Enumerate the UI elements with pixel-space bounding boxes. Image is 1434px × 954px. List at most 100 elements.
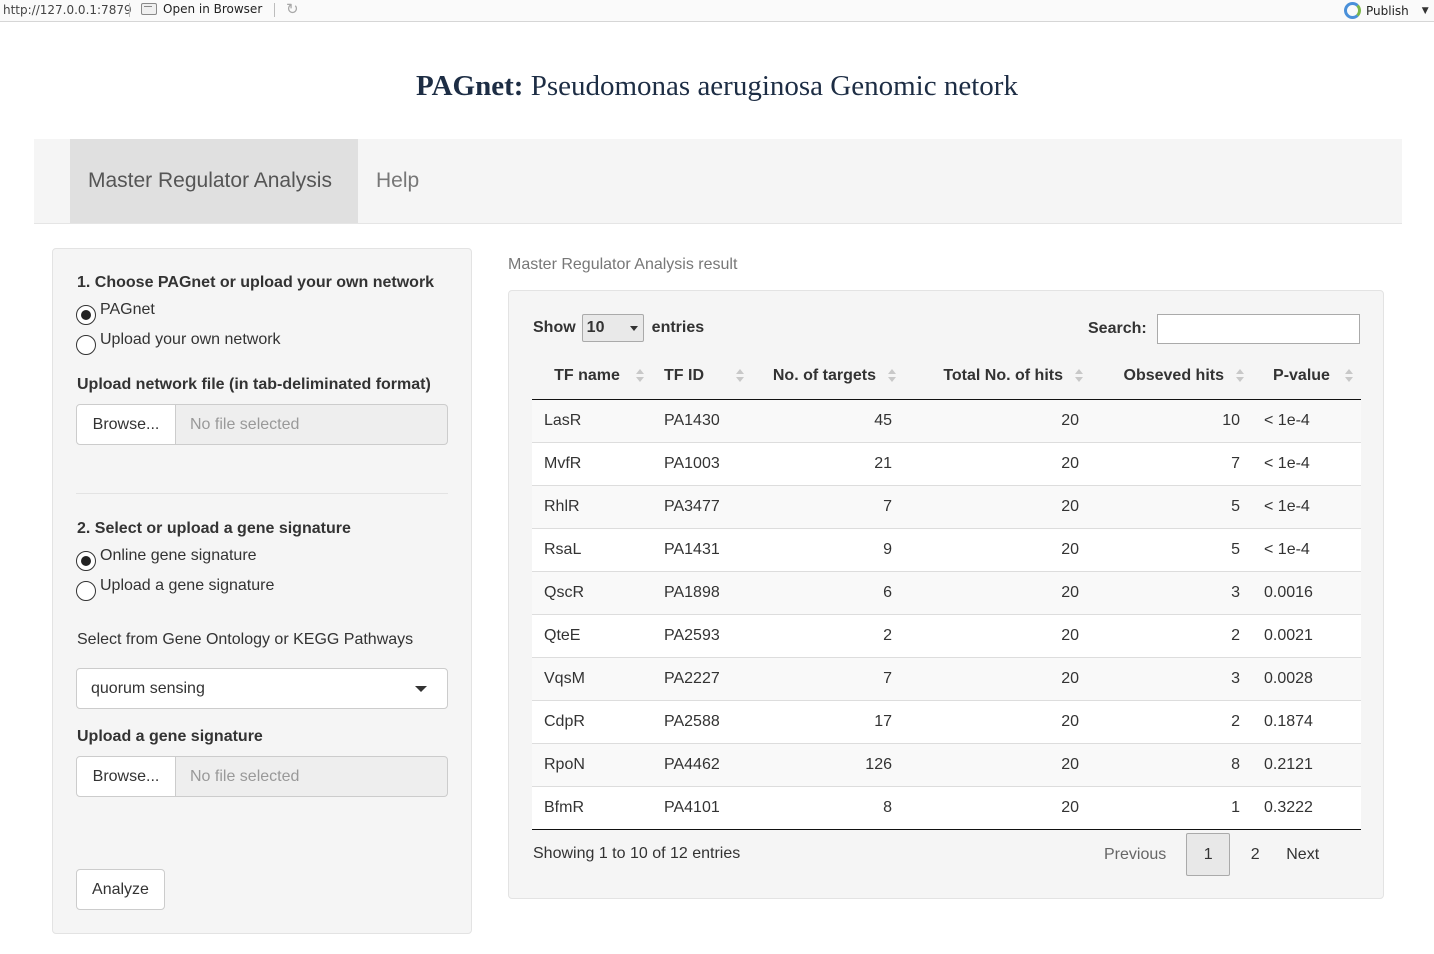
table-row[interactable]: QteE PA2593 2 20 2 0.0021 xyxy=(532,613,1361,657)
radio-upload-network[interactable]: Upload your own network xyxy=(76,330,281,355)
network-file-input: Browse... No file selected xyxy=(76,404,448,445)
radio-upload-signature[interactable]: Upload a gene signature xyxy=(76,576,275,601)
cell-p-value: 0.3222 xyxy=(1252,785,1361,829)
navbar: Master Regulator Analysis Help xyxy=(34,139,1402,224)
cell-tf-name: LasR xyxy=(544,411,582,429)
page-title-bold: PAGnet: xyxy=(416,70,524,102)
cell-observed-hits: 1 xyxy=(1091,785,1252,829)
cell-no-of-targets: 9 xyxy=(752,527,904,571)
cell-total-hits: 20 xyxy=(904,656,1091,700)
column-header-tf-name[interactable]: TF name xyxy=(532,353,652,400)
publish-icon xyxy=(1344,2,1361,19)
column-header-total-hits[interactable]: Total No. of hits xyxy=(904,353,1091,400)
cell-tf-name: VqsM xyxy=(532,656,652,700)
cell-total-hits: 20 xyxy=(1061,411,1079,429)
results-table: TF name TF ID No. of targets Total No. o… xyxy=(532,353,1361,830)
radio-online-signature[interactable]: Online gene signature xyxy=(76,546,257,571)
sort-icon xyxy=(636,369,644,383)
show-entries-control: Show 10 entries xyxy=(533,314,704,342)
cell-p-value: < 1e-4 xyxy=(1252,527,1361,571)
radio-pagnet[interactable]: PAGnet xyxy=(76,300,155,325)
cell-tf-name: BfmR xyxy=(532,785,652,829)
pathway-select[interactable]: quorum sensing xyxy=(76,668,448,709)
radio-unselected-icon xyxy=(76,335,96,355)
tab-master-regulator-analysis[interactable]: Master Regulator Analysis xyxy=(70,139,358,223)
cell-tf-id: PA1431 xyxy=(652,527,752,571)
page-1-button[interactable]: 1 xyxy=(1186,833,1231,876)
cell-tf-name: RsaL xyxy=(532,527,652,571)
column-header-label: No. of targets xyxy=(772,366,876,384)
analyze-button[interactable]: Analyze xyxy=(76,869,165,910)
table-row[interactable]: RsaL PA1431 9 20 5 < 1e-4 xyxy=(532,527,1361,571)
cell-no-of-targets: 8 xyxy=(752,785,904,829)
tab-help[interactable]: Help xyxy=(358,139,437,223)
cell-total-hits: 20 xyxy=(904,484,1091,528)
table-row[interactable]: CdpR PA2588 17 20 2 0.1874 xyxy=(532,699,1361,743)
pathway-select-value: quorum sensing xyxy=(91,680,205,697)
section2-label: 2. Select or upload a gene signature xyxy=(77,520,351,537)
radio-label: Upload a gene signature xyxy=(100,577,275,594)
cell-tf-name: RpoN xyxy=(532,742,652,786)
viewer-url: http://127.0.0.1:7879 xyxy=(3,3,132,17)
cell-no-of-targets: 2 xyxy=(752,613,904,657)
cell-tf-id: PA3477 xyxy=(652,484,752,528)
cell-total-hits: 20 xyxy=(904,785,1091,829)
cell-tf-id: PA2588 xyxy=(652,699,752,743)
table-row[interactable]: RhlR PA3477 7 20 5 < 1e-4 xyxy=(532,484,1361,528)
cell-observed-hits: 3 xyxy=(1091,656,1252,700)
radio-unselected-icon xyxy=(76,581,96,601)
column-header-tf-id[interactable]: TF ID xyxy=(652,353,752,400)
publish-button[interactable]: Publish ▼ xyxy=(1344,2,1429,19)
radio-selected-icon xyxy=(76,305,96,325)
column-header-no-of-targets[interactable]: No. of targets xyxy=(752,353,904,400)
column-header-observed-hits[interactable]: Obseved hits xyxy=(1091,353,1252,400)
open-in-browser-button[interactable]: Open in Browser xyxy=(141,2,262,16)
file-name-display: No file selected xyxy=(176,404,448,445)
table-row[interactable]: BfmR PA4101 8 20 1 0.3222 xyxy=(532,785,1361,829)
toolbar-divider xyxy=(129,3,130,17)
search-input[interactable] xyxy=(1156,314,1360,344)
window-icon xyxy=(141,3,157,15)
table-row[interactable]: QscR PA1898 6 20 3 0.0016 xyxy=(532,570,1361,614)
cell-no-of-targets: 45 xyxy=(874,411,892,429)
upload-network-label: Upload network file (in tab-deliminated … xyxy=(77,376,431,393)
search-label: Search: xyxy=(1088,320,1147,337)
table-row[interactable]: VqsM PA2227 7 20 3 0.0028 xyxy=(532,656,1361,700)
show-label: Show xyxy=(533,319,576,336)
previous-page-button[interactable]: Previous xyxy=(1104,846,1166,864)
cell-p-value: 0.0016 xyxy=(1252,570,1361,614)
next-page-button[interactable]: Next xyxy=(1286,846,1319,864)
table-row[interactable]: RpoN PA4462 126 20 8 0.2121 xyxy=(532,742,1361,786)
cell-p-value: < 1e-4 xyxy=(1252,441,1361,485)
cell-p-value: < 1e-4 xyxy=(1252,484,1361,528)
page-length-select[interactable]: 10 xyxy=(581,314,644,342)
browse-button[interactable]: Browse... xyxy=(76,756,176,797)
sort-icon xyxy=(1236,369,1244,383)
open-in-browser-label: Open in Browser xyxy=(163,2,263,16)
browse-button[interactable]: Browse... xyxy=(76,404,176,445)
cell-observed-hits: 7 xyxy=(1091,441,1252,485)
table-header-row: TF name TF ID No. of targets Total No. o… xyxy=(532,353,1361,400)
cell-p-value: < 1e-4 xyxy=(1264,411,1310,429)
table-row[interactable]: MvfR PA1003 21 20 7 < 1e-4 xyxy=(532,441,1361,485)
page-2-button[interactable]: 2 xyxy=(1230,846,1280,864)
column-header-p-value[interactable]: P-value xyxy=(1252,353,1361,400)
cell-observed-hits: 2 xyxy=(1091,613,1252,657)
cell-tf-id: PA1430 xyxy=(664,411,720,429)
cell-p-value: 0.1874 xyxy=(1252,699,1361,743)
pagination: Previous 1 2 Next xyxy=(1104,833,1319,876)
page-title-rest: Pseudomonas aeruginosa Genomic netork xyxy=(523,70,1018,102)
cell-total-hits: 20 xyxy=(904,742,1091,786)
refresh-icon[interactable]: ↻ xyxy=(286,1,302,17)
table-row[interactable]: LasR PA1430 45 20 10 < 1e-4 xyxy=(532,399,1361,442)
column-header-label: TF name xyxy=(554,366,620,384)
result-panel: Show 10 entries Search: TF name TF ID No… xyxy=(508,290,1384,899)
cell-total-hits: 20 xyxy=(904,613,1091,657)
radio-label: PAGnet xyxy=(100,301,155,318)
cell-no-of-targets: 7 xyxy=(752,656,904,700)
section1-label: 1. Choose PAGnet or upload your own netw… xyxy=(77,274,435,291)
select-label: Select from Gene Ontology or KEGG Pathwa… xyxy=(77,631,414,648)
cell-observed-hits: 3 xyxy=(1091,570,1252,614)
signature-file-input: Browse... No file selected xyxy=(76,756,448,797)
cell-tf-name: CdpR xyxy=(532,699,652,743)
